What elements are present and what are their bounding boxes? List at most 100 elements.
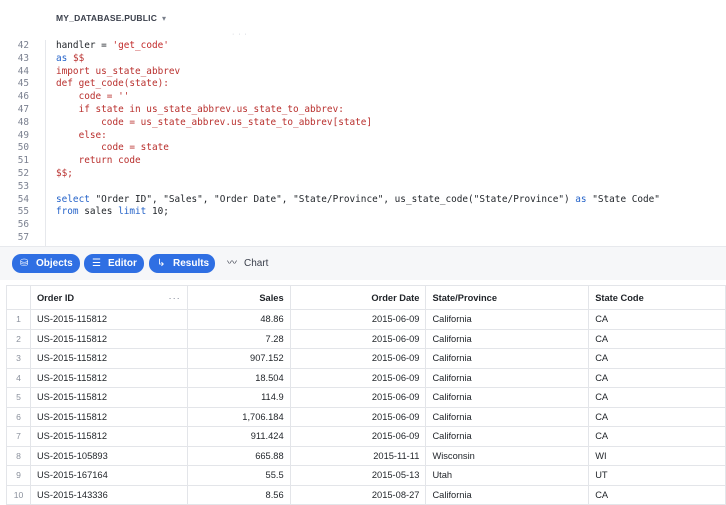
- row-number[interactable]: 1: [6, 309, 31, 330]
- code-line[interactable]: 49 else:: [0, 130, 726, 143]
- cell-order-date[interactable]: 2015-06-09: [289, 328, 427, 349]
- cell-state-code[interactable]: UT: [588, 465, 726, 486]
- cell-sales[interactable]: 665.88: [186, 445, 291, 466]
- code-token: $$: [72, 52, 85, 64]
- cell-order-date[interactable]: 2015-11-11: [289, 445, 427, 466]
- cell-state-code[interactable]: CA: [588, 367, 726, 388]
- code-line[interactable]: 48 code = us_state_abbrev.us_state_to_ab…: [0, 117, 726, 130]
- cell-order-date[interactable]: 2015-06-09: [289, 309, 427, 330]
- cell-sales[interactable]: 48.86: [186, 309, 291, 330]
- cell-sales[interactable]: 907.152: [186, 348, 291, 369]
- cell-order-id[interactable]: US-2015-115812: [29, 387, 188, 408]
- cell-state-province[interactable]: California: [425, 484, 590, 505]
- table-row[interactable]: 3 US-2015-115812 907.152 2015-06-09 Californ…: [6, 348, 726, 369]
- cell-state-code[interactable]: CA: [588, 426, 726, 447]
- cell-order-id[interactable]: US-2015-115812: [29, 328, 188, 349]
- cell-sales[interactable]: 911.424: [186, 426, 291, 447]
- table-row[interactable]: 6 US-2015-115812 1,706.184 2015-06-09 Califo…: [6, 406, 726, 427]
- row-number[interactable]: 4: [6, 367, 31, 388]
- table-row[interactable]: 9 US-2015-167164 55.5 2015-05-13 Utah UT: [6, 465, 726, 486]
- code-line[interactable]: 43 as $$: [0, 53, 726, 66]
- row-number[interactable]: 8: [6, 445, 31, 466]
- column-header-state-province[interactable]: State/Province: [425, 285, 590, 310]
- sql-editor[interactable]: 42 handler = 'get_code' 43 as $$ 44 import us…: [0, 40, 726, 256]
- cell-order-date[interactable]: 2015-05-13: [289, 465, 427, 486]
- table-row[interactable]: 1 US-2015-115812 48.86 2015-06-09 California…: [6, 309, 726, 330]
- column-menu-icon[interactable]: ···: [168, 293, 180, 303]
- cell-state-province[interactable]: Utah: [425, 465, 590, 486]
- cell-state-code[interactable]: CA: [588, 309, 726, 330]
- code-line[interactable]: 52 $$;: [0, 168, 726, 181]
- cell-state-province[interactable]: California: [425, 406, 590, 427]
- code-line[interactable]: 54 select "Order ID", "Sales", "Order Dat…: [0, 194, 726, 207]
- row-number[interactable]: 9: [6, 465, 31, 486]
- cell-state-province[interactable]: California: [425, 348, 590, 369]
- cell-sales[interactable]: 18.504: [186, 367, 291, 388]
- row-number[interactable]: 2: [6, 328, 31, 349]
- cell-state-code[interactable]: WI: [588, 445, 726, 466]
- cell-order-date[interactable]: 2015-06-09: [289, 387, 427, 408]
- cell-state-code[interactable]: CA: [588, 484, 726, 505]
- cell-state-code[interactable]: CA: [588, 387, 726, 408]
- cell-order-id[interactable]: US-2015-115812: [29, 348, 188, 369]
- code-line[interactable]: 46 code = '': [0, 91, 726, 104]
- cell-state-province[interactable]: California: [425, 426, 590, 447]
- code-line[interactable]: 42 handler = 'get_code': [0, 40, 726, 53]
- table-row[interactable]: 7 US-2015-115812 911.424 2015-06-09 Californ…: [6, 426, 726, 447]
- cell-order-id[interactable]: US-2015-115812: [29, 406, 188, 427]
- cell-order-id[interactable]: US-2015-167164: [29, 465, 188, 486]
- code-line[interactable]: 50 code = state: [0, 142, 726, 155]
- cell-order-id[interactable]: US-2015-105893: [29, 445, 188, 466]
- table-row[interactable]: 2 US-2015-115812 7.28 2015-06-09 California C…: [6, 328, 726, 349]
- cell-order-date[interactable]: 2015-06-09: [289, 426, 427, 447]
- cell-order-id[interactable]: US-2015-115812: [29, 309, 188, 330]
- table-row[interactable]: 8 US-2015-105893 665.88 2015-11-11 Wisconsin…: [6, 445, 726, 466]
- cell-sales[interactable]: 1,706.184: [186, 406, 291, 427]
- table-row[interactable]: 10 US-2015-143336 8.56 2015-08-27 California…: [6, 484, 726, 505]
- cell-state-province[interactable]: California: [425, 309, 590, 330]
- code-line[interactable]: 53: [0, 181, 726, 194]
- cell-order-id[interactable]: US-2015-115812: [29, 367, 188, 388]
- objects-button[interactable]: ⛁ Objects: [12, 254, 80, 273]
- cell-state-province[interactable]: California: [425, 367, 590, 388]
- cell-sales[interactable]: 8.56: [186, 484, 291, 505]
- row-number[interactable]: 3: [6, 348, 31, 369]
- table-row[interactable]: 4 US-2015-115812 18.504 2015-06-09 Californi…: [6, 367, 726, 388]
- code-line[interactable]: 47 if state in us_state_abbrev.us_state_…: [0, 104, 726, 117]
- cell-sales[interactable]: 7.28: [186, 328, 291, 349]
- row-number[interactable]: 5: [6, 387, 31, 408]
- database-schema-selector[interactable]: MY_DATABASE.PUBLIC ▾: [56, 13, 166, 23]
- cell-state-code[interactable]: CA: [588, 406, 726, 427]
- row-number[interactable]: 10: [6, 484, 31, 505]
- table-row[interactable]: 5 US-2015-115812 114.9 2015-06-09 California…: [6, 387, 726, 408]
- cell-order-date[interactable]: 2015-06-09: [289, 348, 427, 369]
- code-line[interactable]: 57: [0, 232, 726, 245]
- cell-state-code[interactable]: CA: [588, 328, 726, 349]
- code-line[interactable]: 51 return code: [0, 155, 726, 168]
- line-number: 42: [17, 40, 29, 51]
- cell-state-province[interactable]: California: [425, 387, 590, 408]
- column-header-sales[interactable]: Sales: [186, 285, 291, 310]
- cell-state-code[interactable]: CA: [588, 348, 726, 369]
- column-header-order-id[interactable]: Order ID ···: [29, 285, 188, 310]
- cell-order-id[interactable]: US-2015-143336: [29, 484, 188, 505]
- cell-order-date[interactable]: 2015-08-27: [289, 484, 427, 505]
- code-line[interactable]: 44 import us_state_abbrev: [0, 66, 726, 79]
- results-button[interactable]: ↳ Results: [149, 254, 215, 273]
- code-line[interactable]: 45 def get_code(state):: [0, 78, 726, 91]
- cell-sales[interactable]: 55.5: [186, 465, 291, 486]
- row-number[interactable]: 6: [6, 406, 31, 427]
- editor-button[interactable]: ☰ Editor: [84, 254, 144, 273]
- code-line[interactable]: 56: [0, 219, 726, 232]
- cell-state-province[interactable]: California: [425, 328, 590, 349]
- column-header-order-date[interactable]: Order Date: [289, 285, 427, 310]
- cell-order-date[interactable]: 2015-06-09: [289, 406, 427, 427]
- code-line[interactable]: 55 from sales limit 10;: [0, 206, 726, 219]
- cell-sales[interactable]: 114.9: [186, 387, 291, 408]
- cell-order-date[interactable]: 2015-06-09: [289, 367, 427, 388]
- row-number[interactable]: 7: [6, 426, 31, 447]
- cell-state-province[interactable]: Wisconsin: [425, 445, 590, 466]
- chart-tab[interactable]: 〰 Chart: [227, 254, 268, 273]
- column-header-state-code[interactable]: State Code: [588, 285, 726, 310]
- cell-order-id[interactable]: US-2015-115812: [29, 426, 188, 447]
